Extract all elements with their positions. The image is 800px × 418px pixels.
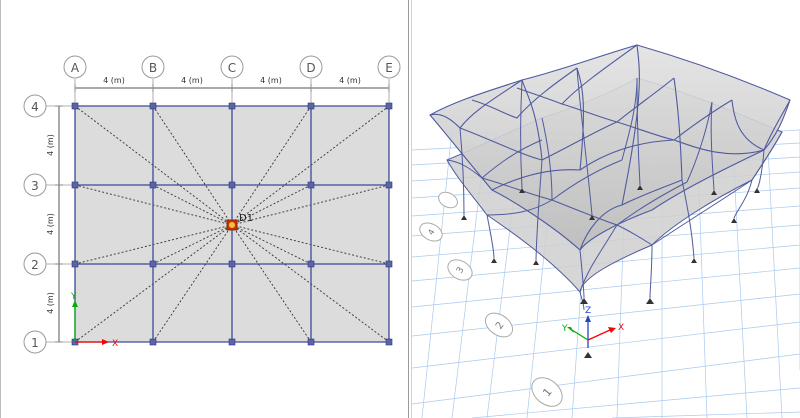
- grid-bubble-b[interactable]: B: [141, 55, 165, 106]
- grid-bubble-2[interactable]: 2: [23, 252, 75, 276]
- upper-floor-slab: [429, 44, 791, 251]
- grid-bubble-label: 4: [31, 100, 39, 114]
- x-spacing-label: 4 (m): [260, 76, 282, 85]
- x-spacing-label: 4 (m): [181, 76, 203, 85]
- grid-bubble-label: D: [306, 61, 315, 75]
- grid-bubble-label: 2: [31, 258, 39, 272]
- grid-bubble-label: 1: [31, 336, 39, 350]
- app-window: 4 (m) 4 (m) 4 (m) 4 (m) 4 (m) 4 (m) 4 (m…: [0, 0, 800, 418]
- grid-bubble-4[interactable]: 4: [23, 94, 75, 118]
- grid-bubble-label: 3: [31, 179, 39, 193]
- y-spacing-label: 4 (m): [46, 213, 55, 235]
- 3d-axis-x-label: X: [618, 323, 624, 333]
- 3d-grid-bubble-extra: [438, 191, 458, 209]
- grid-bubble-1[interactable]: 1: [23, 330, 75, 354]
- y-spacing-label: 4 (m): [46, 134, 55, 156]
- x-spacing-label: 4 (m): [103, 76, 125, 85]
- diaphragm-label: D1: [239, 213, 253, 224]
- grid-bubble-d[interactable]: D: [299, 55, 323, 106]
- grid-bubble-label: B: [149, 61, 157, 75]
- x-spacing-label: 4 (m): [339, 76, 361, 85]
- 3d-grid-bubble-4: 4: [419, 222, 443, 242]
- 3d-grid-bubble-2: 2: [484, 312, 514, 338]
- dimension-line-left: [55, 105, 63, 343]
- grid-bubble-c[interactable]: C: [220, 55, 244, 106]
- diaphragm-center-marker[interactable]: [226, 219, 238, 231]
- plan-view-window[interactable]: 4 (m) 4 (m) 4 (m) 4 (m) 4 (m) 4 (m) 4 (m…: [0, 0, 408, 418]
- grid-bubble-a[interactable]: A: [63, 55, 87, 106]
- plan-view-canvas[interactable]: 4 (m) 4 (m) 4 (m) 4 (m) 4 (m) 4 (m) 4 (m…: [1, 0, 408, 418]
- y-spacing-label: 4 (m): [46, 292, 55, 314]
- grid-bubble-label: C: [228, 61, 236, 75]
- grid-bubble-3[interactable]: 3: [23, 173, 75, 197]
- grid-bubble-label: E: [385, 61, 393, 75]
- grid-bubble-label: A: [71, 61, 80, 75]
- 3d-axis-y-label: Y: [561, 324, 568, 334]
- axis-y-label: Y: [70, 292, 77, 302]
- grid-bubble-e[interactable]: E: [377, 55, 401, 106]
- 3d-axis-triad: [567, 315, 616, 348]
- axis-x-label: X: [112, 339, 118, 349]
- 3d-view-window[interactable]: 1 2 3 4 X Y Z: [412, 0, 800, 418]
- 3d-view-canvas[interactable]: 1 2 3 4 X Y Z: [412, 0, 800, 418]
- 3d-axis-z-label: Z: [585, 306, 591, 316]
- 3d-grid-bubble-1: 1: [531, 377, 563, 407]
